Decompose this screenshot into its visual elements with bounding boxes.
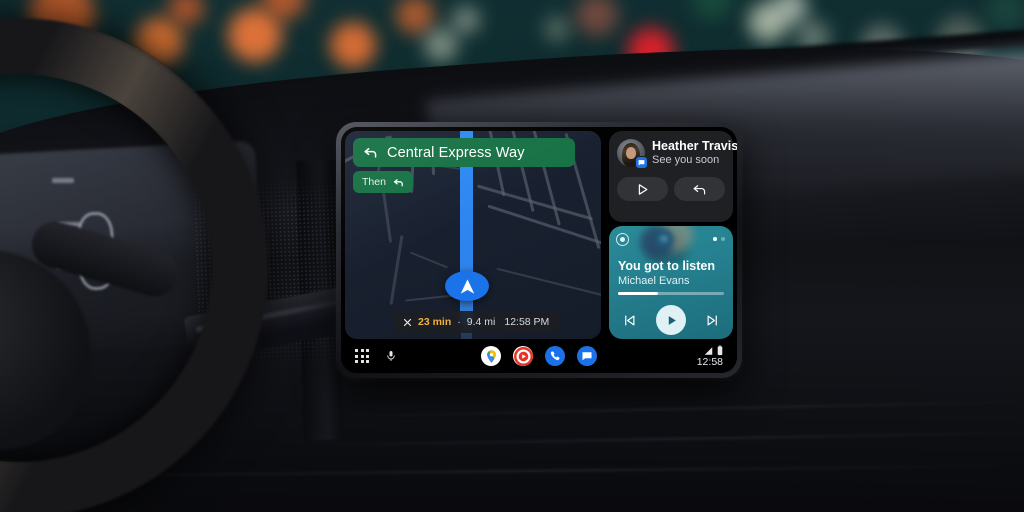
media-progress-bar[interactable]: [618, 292, 724, 295]
media-artist: Michael Evans: [618, 275, 690, 287]
media-player-card[interactable]: H You got to listen Michael Evans: [609, 226, 733, 339]
signal-bars-icon: [704, 347, 713, 355]
page-indicator-dots: [713, 237, 725, 241]
messages-badge-icon: [635, 156, 648, 169]
trip-distance: 9.4 mi: [466, 316, 496, 328]
navigation-chevron-icon: [445, 271, 489, 301]
messages-app-icon[interactable]: [577, 346, 597, 366]
trip-separator: ·: [457, 316, 461, 328]
maps-app-icon[interactable]: [481, 346, 501, 366]
skip-previous-icon: [625, 315, 635, 325]
battery-icon: [717, 345, 723, 356]
navigation-then-label: Then: [362, 176, 386, 188]
turn-left-arrow-icon: [393, 178, 403, 186]
media-title: You got to listen: [618, 259, 715, 273]
play-icon: [668, 315, 676, 325]
trip-info-bar: 23 min · 9.4 mi 12:58 PM: [393, 311, 560, 333]
youtube-music-app-icon[interactable]: [513, 346, 533, 366]
reply-arrow-icon: [693, 184, 706, 195]
head-unit-bezel: Central Express Way Then 23 min · 9.4 mi…: [336, 122, 742, 378]
reply-message-button[interactable]: [674, 177, 725, 202]
message-notification-card[interactable]: Heather Travis See you soon: [609, 131, 737, 222]
skip-next-icon: [707, 315, 717, 325]
taskbar: 12:58: [341, 339, 737, 373]
close-icon[interactable]: [403, 318, 412, 327]
turn-left-arrow-icon: [364, 148, 377, 158]
map-pane[interactable]: Central Express Way Then 23 min · 9.4 mi…: [345, 131, 601, 339]
navigation-then-chip: Then: [353, 171, 413, 193]
trip-duration: 23 min: [418, 316, 452, 328]
play-icon: [638, 183, 648, 195]
play-message-button[interactable]: [617, 177, 668, 202]
notification-preview-text: See you soon: [652, 154, 720, 167]
play-button[interactable]: [656, 305, 686, 335]
trip-eta: 12:58 PM: [504, 316, 550, 328]
album-art-letter: H: [655, 230, 673, 248]
youtube-music-icon: [616, 233, 629, 246]
taskbar-clock: 12:58: [696, 356, 723, 368]
navigation-instruction-text: Central Express Way: [387, 144, 525, 161]
android-auto-screen: Central Express Way Then 23 min · 9.4 mi…: [341, 127, 737, 373]
contact-avatar: [617, 139, 648, 169]
notification-sender-name: Heather Travis: [652, 139, 737, 153]
navigation-instruction-banner: Central Express Way: [353, 138, 575, 167]
next-track-button[interactable]: [705, 313, 720, 328]
microphone-icon[interactable]: [385, 348, 397, 364]
previous-track-button[interactable]: [622, 313, 637, 328]
app-grid-icon[interactable]: [355, 349, 369, 363]
phone-app-icon[interactable]: [545, 346, 565, 366]
